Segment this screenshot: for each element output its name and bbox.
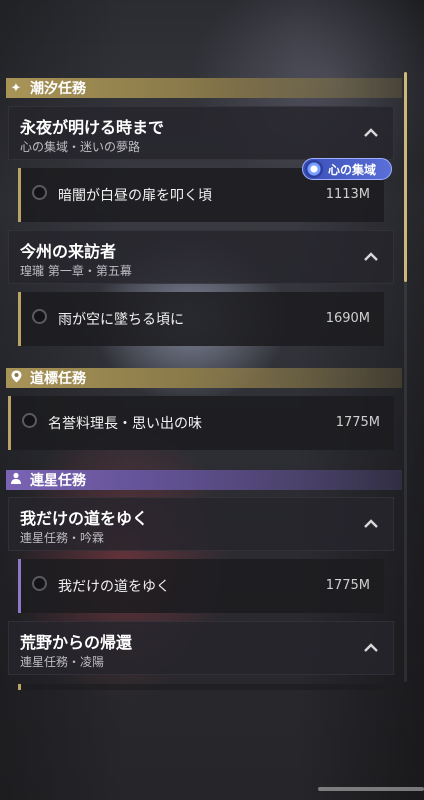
section-title-guide: 道標任務 xyxy=(30,371,86,387)
task-label: 我だけの道をゆく xyxy=(58,579,170,595)
task-distance: 1113M xyxy=(325,187,370,202)
section-title-tide: 潮汐任務 xyxy=(30,81,86,97)
quest-subtitle: 瑝瓏 第一章・第五幕 xyxy=(20,264,132,278)
chevron-up-icon[interactable] xyxy=(363,640,379,656)
task-row-2[interactable]: 雨が空に墜ちる頃に 1690M xyxy=(18,292,384,346)
section-title-companion: 連星任務 xyxy=(30,473,86,489)
task-distance: 1775M xyxy=(335,415,380,430)
chevron-up-icon[interactable] xyxy=(363,125,379,141)
quest-card-4[interactable]: 荒野からの帰還 連星任務・凌陽 xyxy=(8,621,394,675)
swirl-icon xyxy=(305,160,323,178)
task-radio[interactable] xyxy=(22,413,37,428)
sparkle-icon: ✦ xyxy=(10,80,22,96)
quest-title: 永夜が明ける時まで xyxy=(20,118,165,137)
task-label: 暗闇が白昼の扉を叩く頃 xyxy=(58,188,212,204)
quest-card-2[interactable]: 今州の来訪者 瑝瓏 第一章・第五幕 xyxy=(8,230,394,284)
quest-subtitle: 心の集域・迷いの夢路 xyxy=(20,140,141,154)
chevron-up-icon[interactable] xyxy=(363,249,379,265)
quest-title: 我だけの道をゆく xyxy=(20,509,149,528)
scrollbar-thumb[interactable] xyxy=(404,72,407,282)
chevron-up-icon[interactable] xyxy=(363,516,379,532)
task-row-3[interactable]: 名誉料理長・思い出の味 1775M xyxy=(8,396,394,450)
task-radio[interactable] xyxy=(32,185,47,200)
quest-subtitle: 連星任務・凌陽 xyxy=(20,655,105,669)
task-label: 雨が空に墜ちる頃に xyxy=(58,312,184,328)
home-indicator[interactable] xyxy=(318,787,424,791)
quest-title: 荒野からの帰還 xyxy=(20,633,133,652)
quest-card-1[interactable]: 永夜が明ける時まで 心の集域・迷いの夢路 xyxy=(8,106,394,160)
task-label: 名誉料理長・思い出の味 xyxy=(48,416,202,432)
badge-label: 心の集域 xyxy=(328,162,377,177)
quest-title: 今州の来訪者 xyxy=(20,242,117,261)
location-pin-icon xyxy=(6,370,26,387)
quest-subtitle: 連星任務・吟霖 xyxy=(20,531,105,545)
section-header-companion: 連星任務 xyxy=(6,470,402,490)
section-header-guide: 道標任務 xyxy=(6,368,402,388)
region-badge: 心の集域 xyxy=(302,158,392,180)
section-header-tide: ✦ 潮汐任務 xyxy=(6,78,402,98)
task-radio[interactable] xyxy=(32,309,47,324)
quest-card-3[interactable]: 我だけの道をゆく 連星任務・吟霖 xyxy=(8,497,394,551)
task-row-4[interactable]: 我だけの道をゆく 1775M xyxy=(18,559,384,613)
task-row-partial xyxy=(18,684,384,690)
task-distance: 1690M xyxy=(325,311,370,326)
person-icon xyxy=(6,472,26,488)
task-distance: 1775M xyxy=(325,578,370,593)
task-radio[interactable] xyxy=(32,576,47,591)
